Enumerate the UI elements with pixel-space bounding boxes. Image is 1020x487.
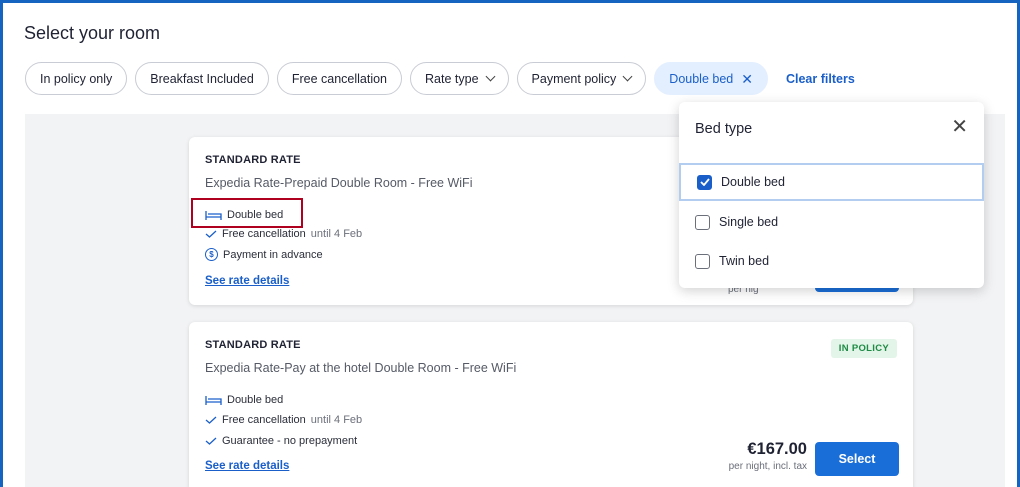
chip-label: In policy only — [40, 71, 113, 86]
chip-label: Free cancellation — [291, 71, 388, 86]
checkbox-checked-icon[interactable] — [697, 174, 712, 190]
filter-bar: In policy only Breakfast Included Free c… — [25, 62, 855, 95]
cancellation-feature: Free cancellation until 4 Feb — [205, 228, 362, 240]
option-twin-bed[interactable]: Twin bed — [679, 242, 984, 280]
close-icon[interactable]: ✕ — [951, 117, 968, 137]
cancellation-until: until 4 Feb — [310, 414, 363, 426]
close-icon[interactable]: ✕ — [741, 72, 753, 86]
option-label: Twin bed — [719, 254, 770, 268]
chip-label: Breakfast Included — [150, 71, 254, 86]
rate-title: STANDARD RATE — [205, 154, 301, 166]
checkbox-icon[interactable] — [695, 253, 710, 269]
price: €167.00 — [747, 440, 807, 458]
filter-breakfast-included[interactable]: Breakfast Included — [135, 62, 269, 95]
check-icon — [699, 178, 710, 186]
filter-rate-type[interactable]: Rate type — [410, 62, 509, 95]
option-label: Single bed — [719, 215, 779, 229]
filter-free-cancellation[interactable]: Free cancellation — [276, 62, 403, 95]
chip-label: Double bed — [669, 71, 734, 86]
filter-in-policy-only[interactable]: In policy only — [25, 62, 128, 95]
checkbox-icon[interactable] — [695, 214, 710, 230]
cancellation-until: until 4 Feb — [310, 228, 363, 240]
filter-double-bed[interactable]: Double bed ✕ — [654, 62, 768, 95]
see-rate-details-link[interactable]: See rate details — [205, 275, 289, 287]
cancellation-feature: Free cancellation until 4 Feb — [205, 414, 362, 426]
bed-type-popover: Bed type ✕ Double bed Single bed Twin be… — [679, 102, 984, 288]
payment-label: Guarantee - no prepayment — [222, 435, 358, 447]
popover-title: Bed type — [695, 121, 753, 137]
page-title: Select your room — [24, 23, 161, 43]
bed-label: Double bed — [227, 209, 284, 221]
in-policy-badge: IN POLICY — [830, 339, 897, 358]
option-label: Double bed — [721, 175, 785, 189]
filter-payment-policy[interactable]: Payment policy — [516, 62, 647, 95]
cancellation-label: Free cancellation — [222, 228, 306, 240]
clear-filters-link[interactable]: Clear filters — [786, 72, 855, 86]
price-subtext: per night, incl. tax — [728, 461, 807, 472]
bed-icon — [205, 210, 222, 220]
option-single-bed[interactable]: Single bed — [679, 203, 984, 241]
see-rate-details-link[interactable]: See rate details — [205, 460, 289, 472]
main-frame: Select your room In policy only Breakfas… — [0, 0, 1020, 487]
dollar-circle-icon: $ — [205, 248, 218, 261]
payment-feature: $ Payment in advance — [205, 248, 323, 261]
chip-label: Payment policy — [531, 71, 617, 86]
cancellation-label: Free cancellation — [222, 414, 306, 426]
chevron-down-icon — [485, 71, 495, 82]
bed-label: Double bed — [227, 394, 284, 406]
bed-feature: Double bed — [205, 394, 283, 406]
check-icon — [205, 437, 217, 445]
rate-description: Expedia Rate-Pay at the hotel Double Roo… — [205, 361, 517, 375]
payment-label: Payment in advance — [223, 248, 323, 261]
chip-label: Rate type — [425, 71, 479, 86]
rate-title: STANDARD RATE — [205, 339, 301, 351]
rate-description: Expedia Rate-Prepaid Double Room - Free … — [205, 176, 473, 190]
check-icon — [205, 416, 217, 424]
rate-card: STANDARD RATE IN POLICY Expedia Rate-Pay… — [189, 322, 913, 487]
check-icon — [205, 230, 217, 238]
chevron-down-icon — [622, 71, 633, 82]
bed-feature: Double bed — [205, 209, 283, 221]
option-double-bed[interactable]: Double bed — [679, 163, 984, 201]
bed-icon — [205, 395, 222, 405]
select-button[interactable]: Select — [815, 442, 899, 476]
payment-feature: Guarantee - no prepayment — [205, 435, 357, 447]
